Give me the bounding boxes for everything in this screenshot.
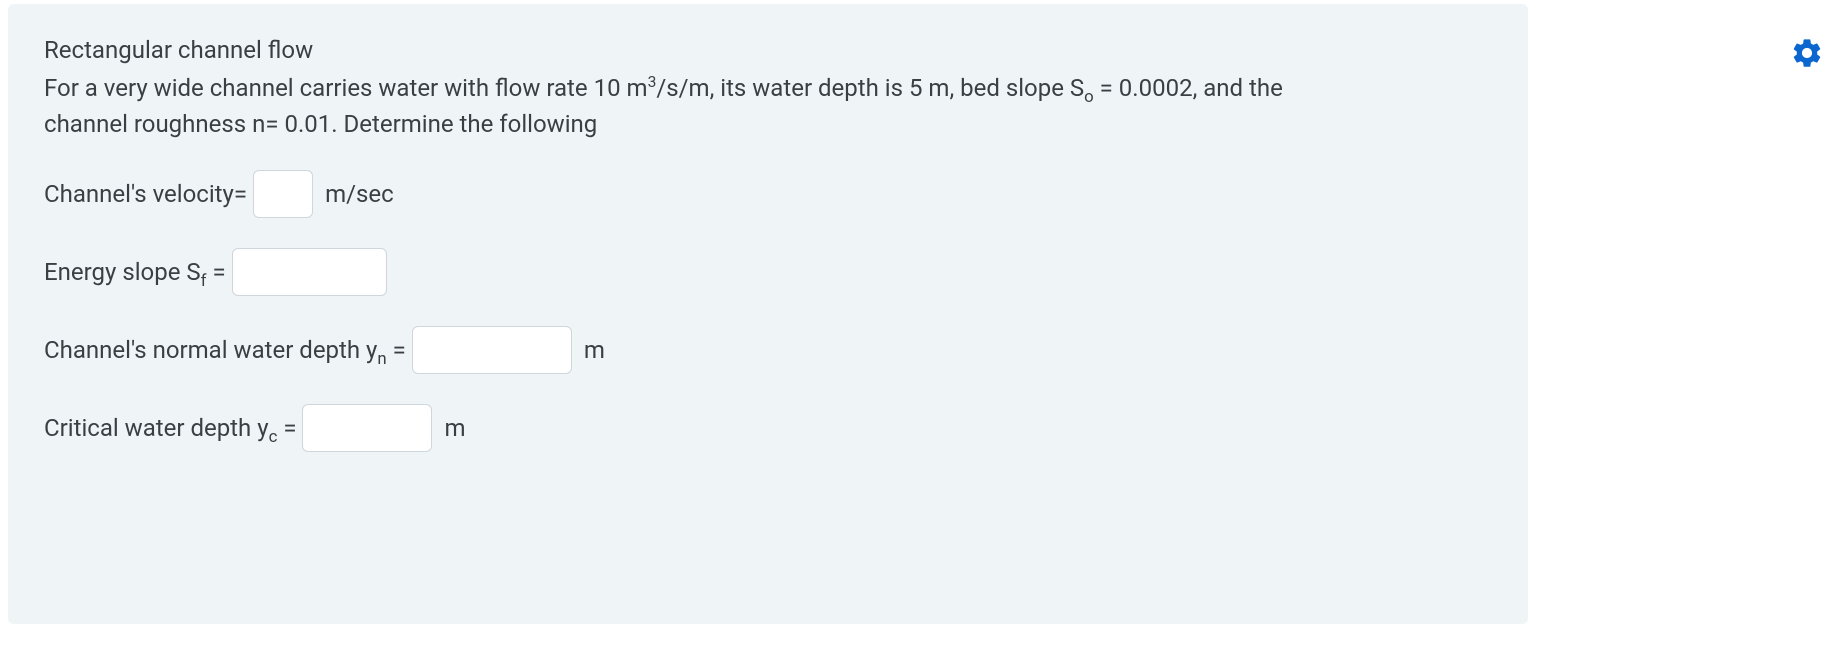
critical-depth-label-after: = bbox=[277, 414, 296, 442]
question-text-part1: For a very wide channel carries water wi… bbox=[44, 74, 648, 102]
energy-slope-label-before: Energy slope S bbox=[44, 258, 201, 286]
question-text: For a very wide channel carries water wi… bbox=[44, 70, 1294, 142]
energy-slope-input[interactable] bbox=[232, 248, 387, 296]
energy-slope-row: Energy slope Sf = bbox=[44, 248, 1492, 296]
critical-depth-unit: m bbox=[444, 410, 465, 446]
question-panel: Rectangular channel flow For a very wide… bbox=[8, 4, 1528, 624]
normal-depth-label-after: = bbox=[387, 336, 406, 364]
velocity-input[interactable] bbox=[253, 170, 313, 218]
gear-icon bbox=[1790, 36, 1824, 73]
normal-depth-input[interactable] bbox=[412, 326, 572, 374]
normal-depth-row: Channel's normal water depth yn = m bbox=[44, 326, 1492, 374]
question-sup: 3 bbox=[648, 73, 657, 91]
settings-button[interactable] bbox=[1789, 36, 1825, 72]
normal-depth-label: Channel's normal water depth yn = bbox=[44, 332, 406, 368]
critical-depth-label: Critical water depth yc = bbox=[44, 410, 296, 446]
velocity-label: Channel's velocity= bbox=[44, 176, 247, 212]
question-so-sub: o bbox=[1084, 87, 1094, 107]
normal-depth-sub: n bbox=[377, 349, 386, 369]
critical-depth-label-before: Critical water depth y bbox=[44, 414, 269, 442]
normal-depth-label-before: Channel's normal water depth y bbox=[44, 336, 377, 364]
energy-slope-label-after: = bbox=[206, 258, 225, 286]
critical-depth-input[interactable] bbox=[302, 404, 432, 452]
energy-slope-label: Energy slope Sf = bbox=[44, 254, 226, 290]
question-title: Rectangular channel flow bbox=[44, 32, 1492, 68]
critical-depth-row: Critical water depth yc = m bbox=[44, 404, 1492, 452]
velocity-row: Channel's velocity= m/sec bbox=[44, 170, 1492, 218]
velocity-unit: m/sec bbox=[325, 176, 394, 212]
question-text-part2: /s/m, its water depth is 5 m, bed slope … bbox=[656, 74, 1084, 102]
normal-depth-unit: m bbox=[584, 332, 605, 368]
